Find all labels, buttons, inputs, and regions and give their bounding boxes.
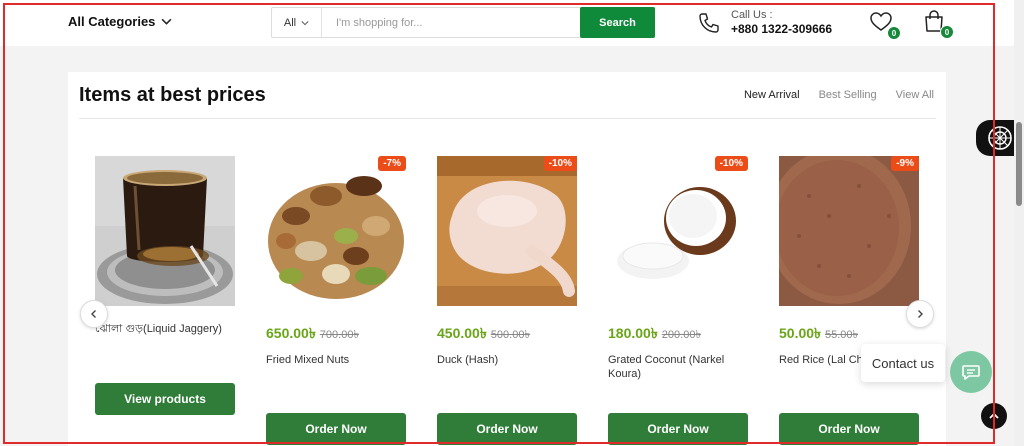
product-card-jaggery: ঝোলা গুড়(Liquid Jaggery) View products (95, 156, 235, 415)
price: 50.00৳ (779, 325, 822, 341)
old-price: 55.00৳ (825, 329, 859, 341)
call-label: Call Us : (731, 9, 773, 21)
old-price: 500.00৳ (490, 329, 530, 341)
wishlist-count-badge: 0 (887, 26, 901, 40)
product-card-duck: -10% 450.00৳ 500.00৳ Duck (Hash) Order No… (437, 156, 577, 445)
chat-icon (962, 365, 980, 380)
price: 450.00৳ (437, 325, 487, 341)
price-row: 180.00৳ 200.00৳ (608, 322, 701, 346)
chevron-up-icon (989, 412, 999, 419)
cart-count-badge: 0 (940, 25, 954, 39)
accessibility-icon (988, 126, 1012, 150)
carousel-prev-button[interactable] (80, 300, 108, 328)
chevron-down-icon (161, 18, 172, 25)
section-tabs: New Arrival Best Selling View All (744, 89, 934, 101)
section-divider (79, 118, 936, 119)
all-categories-dropdown[interactable]: All Categories (68, 14, 172, 29)
coconut-image (608, 156, 748, 306)
scroll-to-top-button[interactable] (981, 403, 1007, 429)
view-products-button[interactable]: View products (95, 383, 235, 415)
chat-button[interactable] (950, 351, 992, 393)
page-scrollbar[interactable] (1014, 0, 1024, 446)
contact-us-label[interactable]: Contact us (861, 344, 945, 382)
product-image[interactable]: -9% (779, 156, 919, 306)
product-image[interactable]: -7% (266, 156, 406, 306)
chevron-left-icon (91, 310, 96, 318)
jaggery-image (95, 156, 235, 306)
old-price: 700.00৳ (319, 329, 359, 341)
product-image[interactable] (95, 156, 235, 306)
product-name[interactable]: Fried Mixed Nuts (266, 353, 406, 367)
call-number[interactable]: +880 1322-309666 (731, 22, 832, 36)
order-now-button[interactable]: Order Now (437, 413, 577, 445)
carousel-next-button[interactable] (906, 300, 934, 328)
product-name[interactable]: Duck (Hash) (437, 353, 577, 367)
old-price: 200.00৳ (661, 329, 701, 341)
order-now-button[interactable]: Order Now (266, 413, 406, 445)
price-row: 450.00৳ 500.00৳ (437, 322, 530, 346)
section-title: Items at best prices (79, 84, 266, 106)
price-row: 50.00৳ 55.00৳ (779, 322, 858, 346)
tab-best-selling[interactable]: Best Selling (819, 89, 877, 101)
product-card-red-rice: -9% 50.00৳ 55.00৳ Red Rice (Lal Ch Order … (779, 156, 919, 445)
search-button[interactable]: Search (580, 7, 655, 38)
scrollbar-thumb[interactable] (1016, 122, 1022, 206)
discount-badge: -10% (543, 156, 577, 171)
search-scope-label: All (283, 16, 297, 29)
product-card-nuts: -7% 650.00৳ 700.00৳ Fried Mixed Nuts Orde… (266, 156, 406, 445)
search-scope-select[interactable]: All (272, 8, 322, 37)
price: 180.00৳ (608, 325, 658, 341)
mixed-nuts-image (266, 156, 406, 306)
duck-image (437, 156, 577, 306)
cart-button[interactable]: 0 (922, 9, 954, 39)
order-now-button[interactable]: Order Now (608, 413, 748, 445)
tab-new-arrival[interactable]: New Arrival (744, 89, 800, 101)
discount-badge: -10% (714, 156, 748, 171)
product-card-coconut: -10% 180.00৳ 200.00৳ Grated Coconut (Nark… (608, 156, 748, 445)
red-rice-image (779, 156, 919, 306)
discount-badge: -7% (378, 156, 406, 171)
search-input[interactable] (322, 8, 580, 37)
product-image[interactable]: -10% (437, 156, 577, 306)
product-name[interactable]: Grated Coconut (Narkel Koura) (608, 353, 748, 381)
discount-badge: -9% (891, 156, 919, 171)
price-row: 650.00৳ 700.00৳ (266, 322, 359, 346)
chevron-right-icon (918, 310, 923, 318)
price: 650.00৳ (266, 325, 316, 341)
product-image[interactable]: -10% (608, 156, 748, 306)
order-now-button[interactable]: Order Now (779, 413, 919, 445)
best-prices-section: Items at best prices New Arrival Best Se… (68, 72, 946, 446)
tab-view-all[interactable]: View All (896, 89, 934, 101)
search-bar: All Search (271, 7, 655, 38)
phone-icon (699, 13, 719, 33)
product-name[interactable]: ঝোলা গুড়(Liquid Jaggery) (95, 322, 235, 336)
header: All Categories All Search Call Us : +880… (0, 0, 1024, 46)
all-categories-label: All Categories (68, 14, 156, 29)
chevron-down-icon (301, 20, 309, 25)
wishlist-button[interactable]: 0 (869, 10, 901, 40)
